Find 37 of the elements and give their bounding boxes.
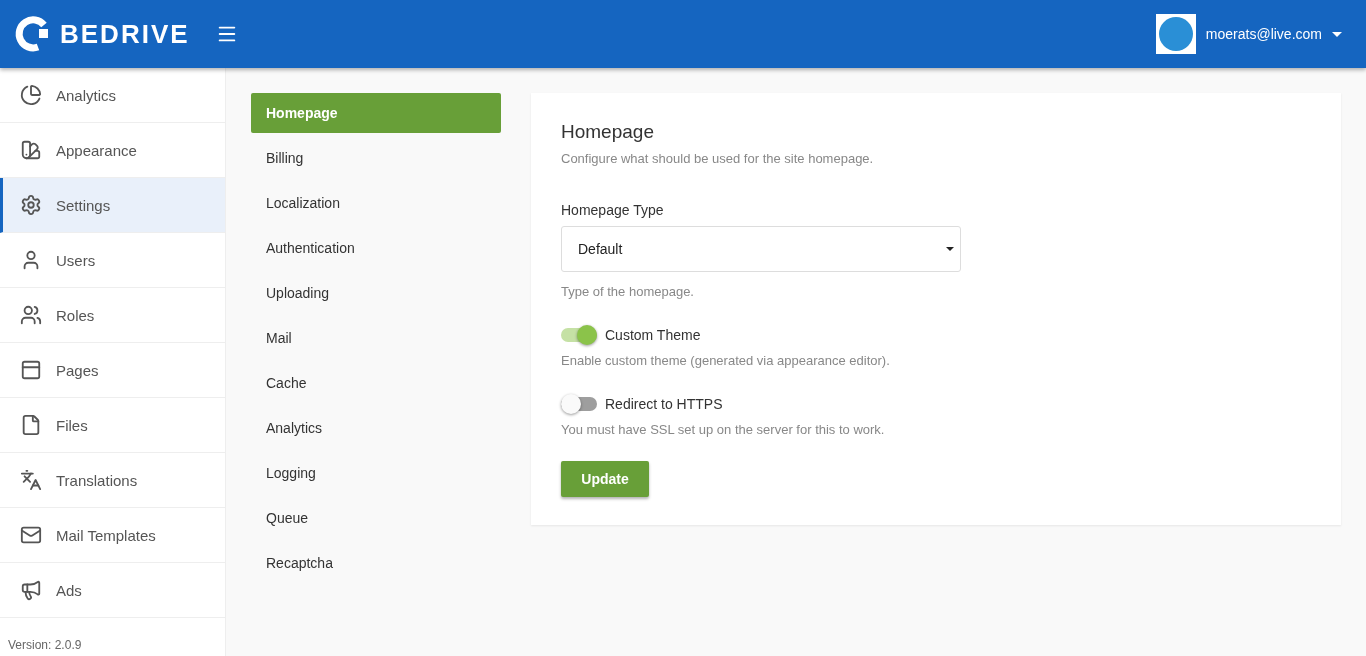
toggle-label: Redirect to HTTPS [605,396,723,412]
card-title: Homepage [561,121,654,143]
settings-nav-item[interactable]: Uploading [251,273,501,313]
settings-nav-item[interactable]: Billing [251,138,501,178]
settings-nav-item[interactable]: Recaptcha [251,543,501,583]
card-subtitle: Configure what should be used for the site homepage. [561,151,874,166]
settings-nav-item[interactable]: Queue [251,498,501,538]
caret-icon [946,247,954,251]
toggle-label: Custom Theme [605,327,701,343]
settings-nav-item[interactable]: Analytics [251,408,501,448]
mail-icon [20,524,42,546]
settings-nav-item[interactable]: Mail [251,318,501,358]
settings-nav-item[interactable]: Localization [251,183,501,223]
field-hint: You must have SSL set up on the server for this to work. [561,422,885,437]
pie-chart-icon [20,84,42,106]
field-label: Homepage Type [561,202,664,218]
settings-nav-item[interactable]: Cache [251,363,501,403]
field-hint: Type of the homepage. [561,284,694,299]
people-icon [20,304,42,326]
logo-text: BEDRIVE [60,18,190,50]
field-hint: Enable custom theme (generated via appearance editor). [561,353,890,368]
toggle-switch[interactable] [561,328,597,342]
user-menu[interactable]: moerats@live.com [1155,14,1352,54]
toggle-switch[interactable] [561,397,597,411]
file-icon [20,414,42,436]
caret-icon [1332,31,1342,37]
version-text: Version: 2.0.9 [7,637,83,652]
avatar [1155,14,1196,54]
settings-icon [20,194,42,216]
settings-nav-item[interactable]: Authentication [251,228,501,268]
swatch-icon [20,139,42,161]
select-field[interactable]: Default [561,226,961,272]
layout-icon [20,359,42,381]
settings-nav-item[interactable]: Logging [251,453,501,493]
megaphone-icon [20,579,42,601]
translate-icon [20,469,42,491]
sidebar-item[interactable]: Settings [0,178,225,233]
